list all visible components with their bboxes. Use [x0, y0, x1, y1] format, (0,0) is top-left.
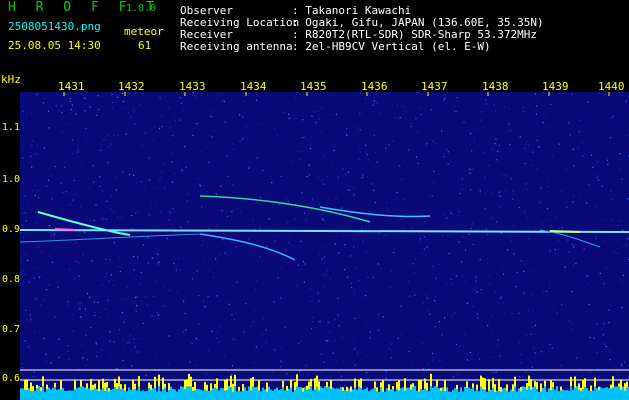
antenna-label: Receiving antenna [180, 40, 293, 53]
spectrogram-plot [20, 92, 629, 400]
meteor-label: meteor [124, 25, 164, 38]
freq-tick-1.1: 1.1 [2, 122, 21, 133]
meteor-head-echo [549, 230, 581, 233]
meteor-trace [20, 233, 201, 243]
freq-tick-1.0: 1.0 [2, 174, 21, 185]
meteor-head-echo [54, 228, 76, 231]
minute-gridlines [63, 92, 610, 96]
header-panel: H R O F F T 1.0.0 2508051430.png 25.08.0… [0, 0, 629, 80]
frequency-unit-label: kHz [1, 73, 21, 86]
freq-tick-0.7: 0.7 [2, 324, 21, 335]
meteor-trace [199, 195, 371, 223]
noise-field [20, 92, 629, 381]
capture-datetime: 25.08.05 14:30 [8, 39, 101, 52]
meteor-count: 61 [138, 39, 152, 52]
meteor-trace [37, 211, 131, 236]
freq-tick-0.8: 0.8 [2, 274, 21, 285]
freq-tick-0.9: 0.9 [2, 224, 21, 235]
spectrogram-canvas [20, 92, 629, 400]
antenna-value: : 2el-HB9CV Vertical (el. E-W) [292, 40, 491, 53]
signal-level-bars [20, 373, 629, 400]
file-name: 2508051430.png [8, 20, 101, 33]
meteor-trace [199, 233, 296, 261]
freq-tick-0.6: 0.6 [2, 373, 21, 384]
app-version: 1.0.0 [126, 3, 157, 14]
